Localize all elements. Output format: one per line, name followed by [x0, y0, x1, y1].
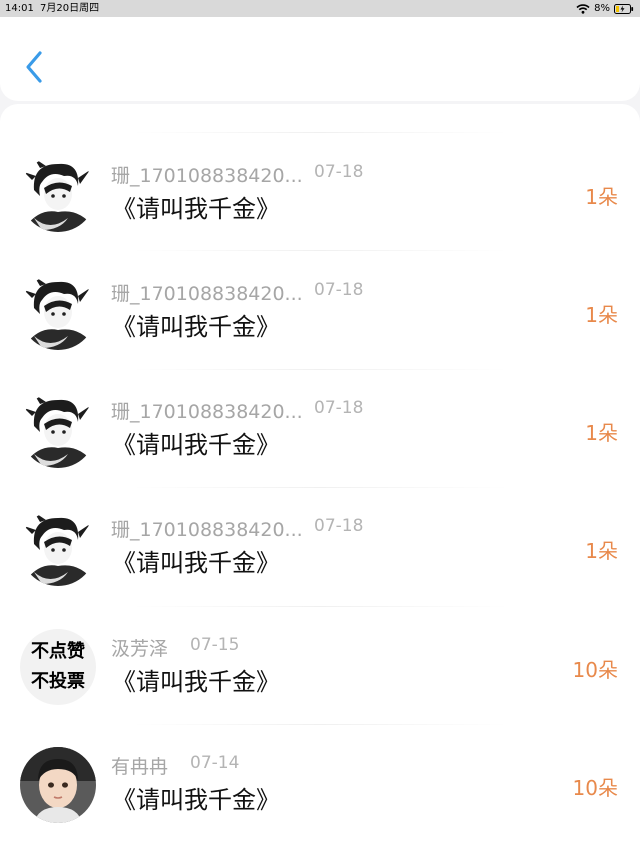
- avatar-text-line: 不投票: [31, 671, 85, 692]
- record-date: 07-18: [314, 398, 364, 418]
- flower-count: 1朵: [585, 185, 618, 209]
- list-item[interactable]: 珊_170108838420... 07-18 《请叫我千金》 1朵: [0, 274, 640, 392]
- book-title: 《请叫我千金》: [112, 313, 280, 341]
- user-name: 珊_170108838420...: [111, 283, 301, 305]
- list-item[interactable]: 不点赞 不投票 汲芳泽 07-15 《请叫我千金》 10朵: [0, 629, 640, 747]
- book-title: 《请叫我千金》: [112, 668, 280, 696]
- avatar[interactable]: [20, 510, 96, 586]
- flower-count: 10朵: [572, 776, 618, 800]
- book-title: 《请叫我千金》: [112, 549, 280, 577]
- flower-count: 1朵: [585, 539, 618, 563]
- record-date: 07-14: [190, 753, 240, 773]
- avatar[interactable]: [20, 156, 96, 232]
- list-item[interactable]: 珊_170108838420... 07-18 《请叫我千金》 1朵: [0, 392, 640, 510]
- record-date: 07-18: [314, 162, 364, 182]
- gift-record-list[interactable]: 珊_170108838420... 07-18 《请叫我千金》 1朵 珊_170…: [0, 104, 640, 864]
- avatar[interactable]: [20, 274, 96, 350]
- list-item[interactable]: 有冉冉 07-14 《请叫我千金》 10朵: [0, 747, 640, 864]
- record-date: 07-15: [190, 635, 240, 655]
- flower-count: 1朵: [585, 421, 618, 445]
- wifi-icon: [576, 3, 590, 14]
- list-item[interactable]: 珊_170108838420... 07-18 《请叫我千金》 1朵: [0, 510, 640, 628]
- battery-percent: 8%: [594, 3, 610, 14]
- avatar[interactable]: [20, 392, 96, 468]
- status-time: 14:01: [5, 3, 34, 14]
- status-bar: 14:01 7月20日周四 8%: [0, 0, 640, 17]
- status-date: 7月20日周四: [40, 3, 100, 14]
- navigation-bar: [0, 17, 640, 101]
- user-name: 珊_170108838420...: [111, 165, 301, 187]
- avatar[interactable]: 不点赞 不投票: [20, 629, 96, 705]
- avatar-text-line: 不点赞: [31, 641, 85, 662]
- avatar-partial: [26, 104, 74, 110]
- battery-icon: [614, 3, 634, 14]
- avatar[interactable]: [20, 747, 96, 823]
- flower-count: 10朵: [572, 658, 618, 682]
- status-right: 8%: [576, 0, 634, 17]
- divider: [130, 132, 510, 133]
- user-name: 有冉冉: [111, 756, 169, 778]
- user-name: 汲芳泽: [111, 638, 169, 660]
- record-date: 07-18: [314, 516, 364, 536]
- user-name: 珊_170108838420...: [111, 401, 301, 423]
- back-button[interactable]: [20, 50, 50, 84]
- book-title: 《请叫我千金》: [112, 195, 280, 223]
- flower-count: 1朵: [585, 303, 618, 327]
- record-date: 07-18: [314, 280, 364, 300]
- user-name: 珊_170108838420...: [111, 519, 301, 541]
- list-item[interactable]: 珊_170108838420... 07-18 《请叫我千金》 1朵: [0, 156, 640, 274]
- book-title: 《请叫我千金》: [112, 786, 280, 814]
- book-title: 《请叫我千金》: [112, 431, 280, 459]
